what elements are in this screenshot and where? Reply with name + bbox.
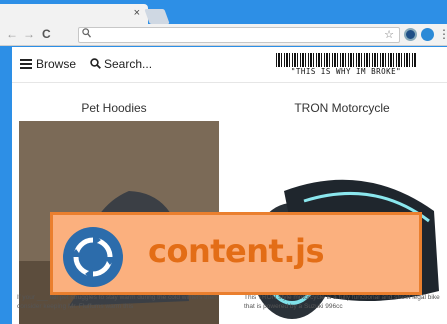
browse-label: Browse xyxy=(36,57,77,71)
search-icon xyxy=(82,28,92,41)
menu-icon[interactable]: ⋮ xyxy=(438,27,447,41)
hamburger-icon xyxy=(20,59,32,69)
back-arrow-icon[interactable]: ← xyxy=(6,27,18,41)
logo-text: "THIS IS WHY IM BROKE" xyxy=(290,67,402,76)
site-logo[interactable]: "THIS IS WHY IM BROKE" xyxy=(276,53,416,79)
tab-strip: × xyxy=(0,0,447,24)
banner-title: content.js xyxy=(148,232,324,270)
browser-toolbar: ← → C ☆ ⋮ xyxy=(0,24,447,46)
extension-icon[interactable] xyxy=(404,28,417,41)
search-link[interactable]: Search... xyxy=(90,57,152,71)
browser-tab[interactable]: × xyxy=(0,4,148,24)
content-js-banner: content.js xyxy=(50,212,422,295)
refresh-cycle-icon xyxy=(63,227,123,287)
site-header: Browse Search... "THIS IS WHY IM BROKE" xyxy=(12,47,447,83)
browse-menu[interactable]: Browse xyxy=(20,57,76,71)
search-icon xyxy=(90,58,101,69)
star-icon[interactable]: ☆ xyxy=(384,28,394,41)
product-description: If your ___ fall pet struggles to stay w… xyxy=(17,294,217,310)
new-tab-button[interactable] xyxy=(144,9,170,24)
barcode-graphic xyxy=(276,53,416,67)
product-description: This TRON style motorcycle is a fully fu… xyxy=(244,294,440,310)
reload-icon[interactable]: C xyxy=(42,27,51,41)
search-label: Search... xyxy=(104,57,153,71)
forward-arrow-icon[interactable]: → xyxy=(23,27,35,41)
product-title[interactable]: Pet Hoodies xyxy=(24,101,204,115)
close-tab-icon[interactable]: × xyxy=(134,7,140,19)
product-title[interactable]: TRON Motorcycle xyxy=(252,101,432,115)
address-bar[interactable]: ☆ xyxy=(78,27,400,43)
extension-icon[interactable] xyxy=(421,28,434,41)
